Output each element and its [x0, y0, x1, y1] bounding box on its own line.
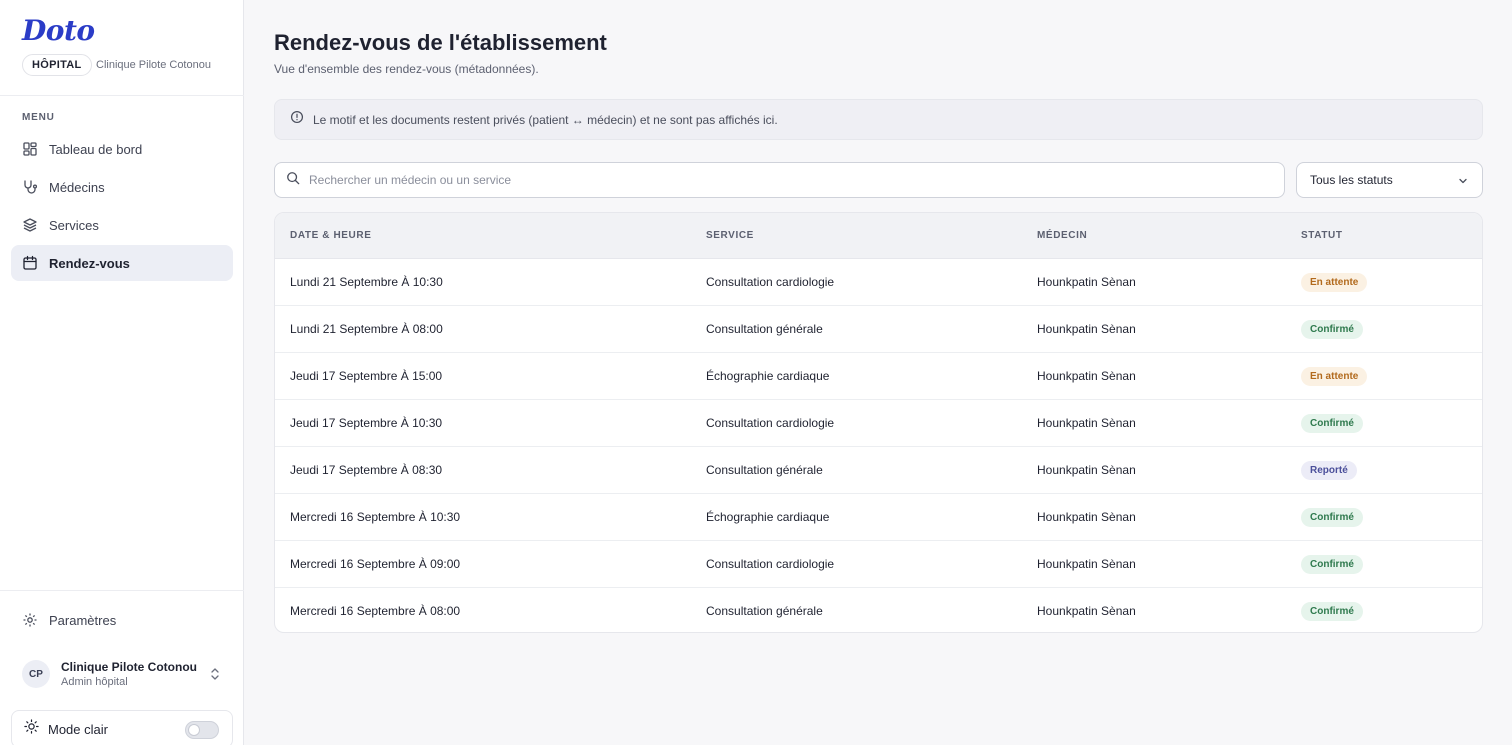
doctor-cell: Hounkpatin Sènan [1037, 416, 1136, 430]
status-badge: Confirmé [1301, 414, 1363, 433]
date-cell: Jeudi 17 Septembre À 10:30 [290, 416, 443, 430]
doctor-cell: Hounkpatin Sènan [1037, 557, 1136, 571]
service-cell: Échographie cardiaque [706, 510, 830, 524]
doctor-cell: Hounkpatin Sènan [1037, 510, 1136, 524]
sidebar-item-label: Médecins [49, 179, 105, 195]
chevron-down-icon [1457, 175, 1469, 190]
date-cell: Mercredi 16 Septembre À 08:00 [290, 604, 461, 618]
status-filter-select[interactable]: Tous les statuts [1296, 162, 1483, 198]
status-badge: Confirmé [1301, 555, 1363, 574]
info-icon [290, 110, 304, 129]
sidebar-item-label: Services [49, 217, 99, 233]
date-cell: Jeudi 17 Septembre À 15:00 [290, 369, 443, 383]
sun-icon [24, 719, 39, 739]
status-badge: Confirmé [1301, 602, 1363, 621]
divider [0, 95, 244, 96]
layers-icon [22, 217, 38, 233]
gear-icon [22, 612, 38, 628]
profile-name: Clinique Pilote Cotonou [61, 660, 197, 674]
column-header-service[interactable]: SERVICE [706, 230, 754, 241]
page-subtitle: Vue d'ensemble des rendez-vous (métadonn… [274, 62, 539, 76]
settings-label: Paramètres [49, 612, 117, 628]
profile-switcher[interactable]: CP Clinique Pilote Cotonou Admin hôpital [11, 650, 233, 698]
date-cell: Jeudi 17 Septembre À 08:30 [290, 463, 443, 477]
date-cell: Lundi 21 Septembre À 10:30 [290, 275, 443, 289]
table-body: Lundi 21 Septembre À 10:30 Consultation c… [275, 259, 1482, 632]
table-row[interactable]: Jeudi 17 Septembre À 15:00 Échographie ca… [275, 353, 1482, 400]
mode-label: Mode clair [48, 721, 108, 737]
status-badge: Confirmé [1301, 320, 1363, 339]
doctor-cell: Hounkpatin Sènan [1037, 322, 1136, 336]
search-box[interactable] [274, 162, 1285, 198]
service-cell: Consultation cardiologie [706, 416, 835, 430]
table-row[interactable]: Mercredi 16 Septembre À 09:00 Consultatio… [275, 541, 1482, 588]
sidebar-item-dashboard[interactable]: Tableau de bord [11, 131, 233, 167]
service-cell: Échographie cardiaque [706, 369, 830, 383]
switch-knob [188, 724, 200, 736]
search-icon [286, 171, 300, 190]
doctor-cell: Hounkpatin Sènan [1037, 275, 1136, 289]
date-cell: Mercredi 16 Septembre À 09:00 [290, 557, 461, 571]
table-row[interactable]: Jeudi 17 Septembre À 10:30 Consultation c… [275, 400, 1482, 447]
clinic-name: Clinique Pilote Cotonou [96, 59, 211, 71]
status-badge: En attente [1301, 273, 1368, 292]
page-title: Rendez-vous de l'établissement [274, 30, 607, 55]
sidebar: Doto HÔPITAL Clinique Pilote Cotonou MEN… [0, 0, 244, 745]
date-cell: Mercredi 16 Septembre À 10:30 [290, 510, 461, 524]
mode-switch[interactable] [185, 721, 219, 739]
column-header-status[interactable]: STATUT [1301, 230, 1343, 241]
column-header-date[interactable]: DATE & HEURE [290, 230, 371, 241]
sidebar-item-label: Rendez-vous [49, 255, 130, 271]
chevron-up-down-icon [209, 667, 221, 686]
status-filter-value: Tous les statuts [1310, 173, 1393, 187]
status-badge: En attente [1301, 367, 1368, 386]
doctor-cell: Hounkpatin Sènan [1037, 604, 1136, 618]
status-badge: Reporté [1301, 461, 1357, 480]
calendar-icon [22, 255, 38, 271]
doctor-cell: Hounkpatin Sènan [1037, 463, 1136, 477]
table-row[interactable]: Mercredi 16 Septembre À 10:30 Échographie… [275, 494, 1482, 541]
column-header-doctor[interactable]: MÉDECIN [1037, 230, 1087, 241]
info-text: Le motif et les documents restent privés… [313, 112, 778, 127]
profile-role: Admin hôpital [61, 676, 128, 688]
service-cell: Consultation générale [706, 604, 823, 618]
privacy-info-banner: Le motif et les documents restent privés… [274, 99, 1483, 140]
service-cell: Consultation générale [706, 322, 823, 336]
theme-mode-toggle[interactable]: Mode clair [11, 710, 233, 745]
role-badge: HÔPITAL [22, 54, 92, 76]
sidebar-item-settings[interactable]: Paramètres [11, 602, 233, 638]
table-row[interactable]: Jeudi 17 Septembre À 08:30 Consultation g… [275, 447, 1482, 494]
service-cell: Consultation cardiologie [706, 557, 835, 571]
search-input[interactable] [309, 173, 1259, 187]
avatar: CP [22, 660, 50, 688]
app-logo[interactable]: Doto [22, 14, 95, 47]
table-row[interactable]: Mercredi 16 Septembre À 08:00 Consultatio… [275, 588, 1482, 632]
service-cell: Consultation cardiologie [706, 275, 835, 289]
service-cell: Consultation générale [706, 463, 823, 477]
status-badge: Confirmé [1301, 508, 1363, 527]
doctor-cell: Hounkpatin Sènan [1037, 369, 1136, 383]
divider [0, 590, 244, 591]
sidebar-item-services[interactable]: Services [11, 207, 233, 243]
sidebar-item-label: Tableau de bord [49, 141, 143, 157]
table-header: DATE & HEURE SERVICE MÉDECIN STATUT [275, 213, 1482, 259]
appointments-table: DATE & HEURE SERVICE MÉDECIN STATUT Lund… [274, 212, 1483, 633]
stethoscope-icon [22, 179, 38, 195]
sidebar-item-doctors[interactable]: Médecins [11, 169, 233, 205]
date-cell: Lundi 21 Septembre À 08:00 [290, 322, 443, 336]
sidebar-item-appointments[interactable]: Rendez-vous [11, 245, 233, 281]
menu-label: MENU [22, 112, 55, 123]
table-row[interactable]: Lundi 21 Septembre À 08:00 Consultation g… [275, 306, 1482, 353]
table-row[interactable]: Lundi 21 Septembre À 10:30 Consultation c… [275, 259, 1482, 306]
dashboard-icon [22, 141, 38, 157]
